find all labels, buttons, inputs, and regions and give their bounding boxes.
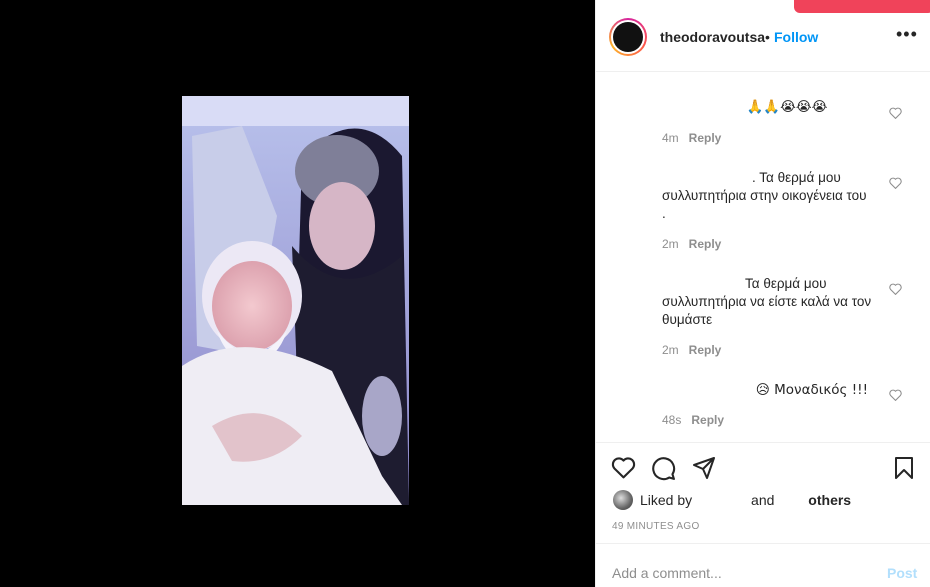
post-username[interactable]: theodoravoutsa (660, 29, 765, 45)
comment-time: 2m (662, 343, 679, 357)
comment-text: 😥 Μοναδικός !!! (755, 382, 868, 398)
reply-button[interactable]: Reply (689, 343, 722, 357)
likes-and-label: and (751, 492, 775, 508)
comment-meta: 2m Reply (662, 343, 721, 357)
follow-button[interactable]: Follow (774, 29, 818, 45)
likes-others-link[interactable]: others (808, 492, 851, 508)
comment-time: 48s (662, 413, 682, 427)
media-pane (0, 0, 595, 587)
comment-time: 2m (662, 237, 679, 251)
liked-by-label: Liked by (640, 492, 693, 508)
comment-list[interactable]: 🙏🙏😭😭😭 4m Reply . Τα θερμά μου συλλυπητήρι… (596, 72, 930, 443)
post-photo-image (182, 96, 409, 505)
bookmark-icon[interactable] (893, 456, 915, 480)
comment-text: Τα θερμά μου συλλυπητήρια να είστε καλά … (662, 276, 872, 327)
add-comment-bar: Add a comment... Post (596, 543, 930, 587)
post-photo[interactable] (182, 96, 409, 505)
post-side-panel: theodoravoutsa • Follow ••• 🙏🙏😭😭😭 4m Repl… (595, 0, 930, 587)
post-header: theodoravoutsa • Follow ••• (596, 0, 930, 72)
likes-summary: Liked by and others (612, 492, 851, 508)
post-timestamp[interactable]: 49 MINUTES AGO (612, 521, 700, 532)
more-icon[interactable]: ••• (896, 24, 918, 45)
reply-button[interactable]: Reply (689, 131, 722, 145)
comment-like-icon[interactable] (889, 107, 902, 119)
comment-like-icon[interactable] (889, 389, 902, 401)
comment-meta: 48s Reply (662, 413, 724, 427)
comment-text: . Τα θερμά μου συλλυπητήρια στην οικογέν… (662, 170, 867, 221)
post-button[interactable]: Post (887, 565, 917, 581)
comment-like-icon[interactable] (889, 177, 902, 189)
comment-meta: 4m Reply (662, 131, 721, 145)
comment-meta: 2m Reply (662, 237, 721, 251)
comment-time: 4m (662, 131, 679, 145)
reply-button[interactable]: Reply (689, 237, 722, 251)
share-icon[interactable] (692, 456, 716, 480)
comment-like-icon[interactable] (889, 283, 902, 295)
comment-input[interactable]: Add a comment... (612, 565, 722, 581)
avatar[interactable] (609, 18, 647, 56)
heart-icon[interactable] (611, 456, 636, 479)
reply-button[interactable]: Reply (691, 413, 724, 427)
comment-text: 🙏🙏😭😭😭 (746, 99, 828, 115)
comment-icon[interactable] (651, 456, 676, 481)
separator-dot: • (765, 29, 770, 45)
